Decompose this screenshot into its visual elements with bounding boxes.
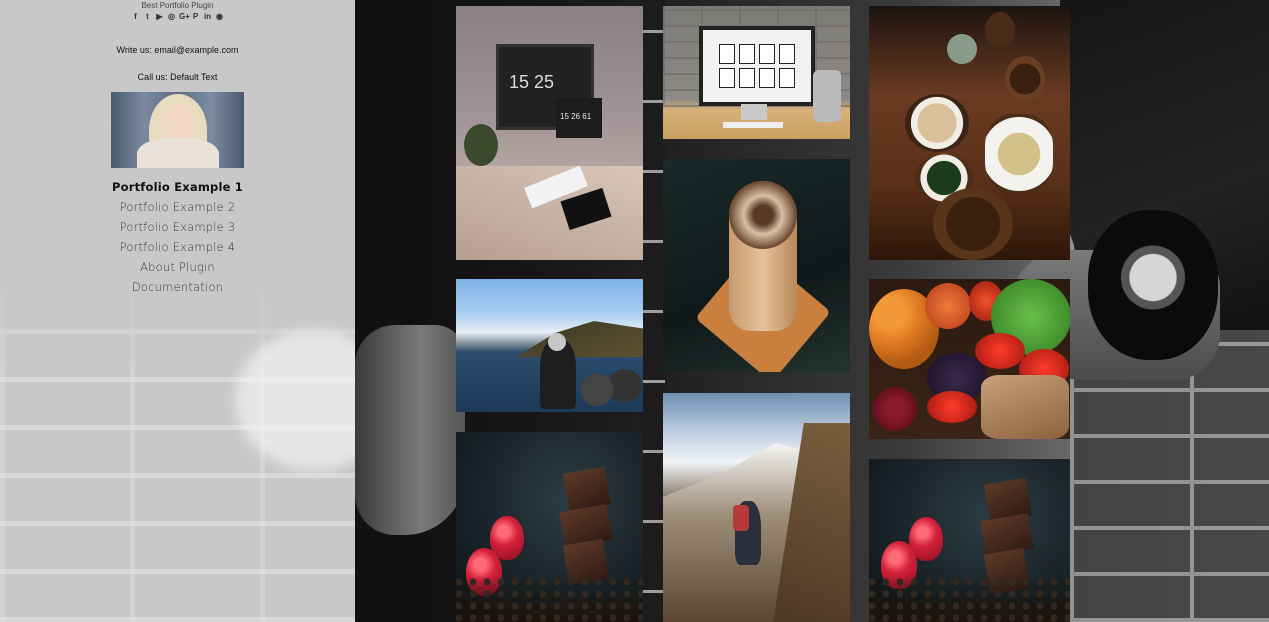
chocolate-raspberry-image-2[interactable] — [869, 459, 1070, 622]
avatar — [111, 92, 244, 168]
main-menu: Portfolio Example 1 Portfolio Example 2 … — [0, 177, 355, 297]
github-icon[interactable]: ◉ — [215, 12, 224, 22]
vegetables-image[interactable] — [869, 279, 1070, 439]
camera-body-bg — [640, 0, 665, 622]
menu-item-documentation[interactable]: Documentation — [0, 277, 355, 297]
chocolate-raspberry-image[interactable] — [456, 432, 643, 622]
hand-bg — [355, 325, 465, 535]
food-bowls-image[interactable] — [869, 6, 1070, 260]
desk-workspace-image[interactable] — [456, 6, 643, 260]
write-us-text: Write us: email@example.com — [116, 45, 239, 55]
menu-item-portfolio-example-2[interactable]: Portfolio Example 2 — [0, 197, 355, 217]
imac-desk-image[interactable] — [663, 6, 850, 139]
mountain-hiker-image[interactable] — [663, 393, 850, 622]
site-title[interactable]: Best Portfolio Plugin — [0, 1, 355, 10]
menu-item-portfolio-example-3[interactable]: Portfolio Example 3 — [0, 217, 355, 237]
lake-mountain-image[interactable] — [456, 279, 643, 412]
google-plus-icon[interactable]: G+ — [179, 12, 190, 22]
youtube-icon[interactable]: ▶ — [155, 12, 164, 22]
social-links: f t ▶ ◎ G+ P in ◉ — [0, 12, 355, 22]
menu-item-about-plugin[interactable]: About Plugin — [0, 257, 355, 277]
twitter-icon[interactable]: t — [143, 12, 152, 22]
wristwatch-bg — [1088, 210, 1218, 360]
sidebar: Best Portfolio Plugin f t ▶ ◎ G+ P in ◉ … — [0, 0, 355, 622]
coffee-cup-image[interactable] — [663, 159, 850, 372]
instagram-icon[interactable]: ◎ — [167, 12, 176, 22]
call-us-text: Call us: Default Text — [137, 72, 218, 82]
menu-item-portfolio-example-1[interactable]: Portfolio Example 1 — [0, 177, 355, 197]
pinterest-icon[interactable]: P — [191, 12, 200, 22]
linkedin-icon[interactable]: in — [203, 12, 212, 22]
facebook-icon[interactable]: f — [131, 12, 140, 22]
menu-item-portfolio-example-4[interactable]: Portfolio Example 4 — [0, 237, 355, 257]
